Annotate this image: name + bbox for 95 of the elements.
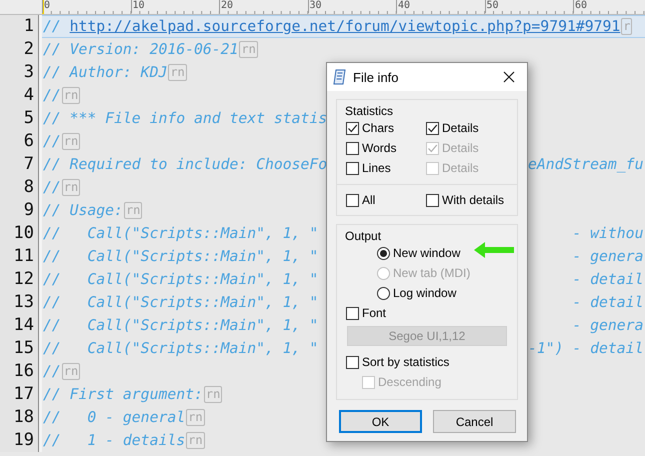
line-number: 3 (22, 61, 35, 84)
line-number: 11 (12, 245, 35, 268)
ruler-label: 30 (308, 0, 322, 13)
ruler-label: 60 (573, 0, 588, 13)
ruler-label: 50 (484, 0, 499, 13)
line-number: 12 (12, 268, 35, 291)
code-comment: - detail (571, 270, 644, 290)
code-comment: // 1 - details (43, 431, 186, 451)
ok-button[interactable]: OK (339, 410, 422, 433)
code-comment: - detail (571, 293, 644, 313)
line-end-marker: rn (62, 87, 80, 104)
ruler-label: 20 (219, 0, 234, 13)
ruler-label: 40 (396, 0, 410, 13)
checkbox-label: Details (442, 141, 479, 155)
checkbox[interactable] (426, 122, 439, 134)
checkbox-label: Chars (362, 121, 394, 135)
code-comment: - genera (571, 247, 644, 267)
pointer-arrow (473, 241, 515, 259)
code-comment: // Call("Scripts::Main", 1, " (43, 225, 318, 242)
checkbox[interactable] (426, 194, 439, 206)
line-end-marker: rn (62, 363, 80, 380)
line-end-marker: rn (239, 41, 258, 58)
checkbox-label: Font (362, 306, 386, 320)
line-number: 5 (22, 107, 35, 130)
ruler-label: 10 (130, 0, 145, 13)
radio-label: New window (393, 246, 460, 260)
line-number: 13 (12, 291, 35, 314)
code-comment: // *** File info and text statis (43, 109, 328, 129)
group-label: Output (344, 228, 382, 243)
checkbox[interactable] (346, 162, 359, 174)
code-comment: // (43, 17, 62, 37)
code-comment: - withou (571, 224, 644, 244)
code-comment: eAndStream_fu (528, 155, 644, 175)
line-number: 15 (12, 337, 35, 360)
line-number: 1 (22, 15, 35, 38)
code-comment: // Call("Scripts::Main", 1, " (43, 271, 318, 288)
checkbox-label: Descending (378, 375, 442, 389)
line-number: 4 (22, 84, 35, 107)
checkbox[interactable] (346, 194, 359, 206)
line-number: 18 (12, 406, 35, 429)
line-number: 9 (22, 199, 35, 222)
line-end-marker: rn (168, 64, 187, 81)
line-number: 16 (12, 360, 35, 383)
code-comment: // Call("Scripts::Main", 1, " (43, 294, 318, 311)
checkbox-label: All (362, 193, 376, 207)
line-end-marker: rn (186, 409, 205, 426)
radio-button[interactable] (377, 286, 390, 300)
code-comment: // (43, 362, 61, 382)
line-end-marker: rn (186, 432, 205, 449)
checkbox[interactable] (346, 306, 359, 320)
line-end-marker: rn (62, 133, 80, 150)
close-icon[interactable] (503, 71, 515, 83)
code-comment: // (43, 86, 61, 106)
line-number: 7 (22, 153, 35, 176)
radio-button[interactable] (377, 246, 390, 260)
checkbox[interactable] (346, 122, 359, 134)
code-comment: // Call("Scripts::Main", 1, " (43, 317, 318, 334)
code-comment: // Call("Scripts::Main", 1, " (43, 340, 318, 357)
code-comment: // Author: KDJ (43, 63, 168, 83)
cancel-button[interactable]: Cancel (433, 410, 516, 433)
line-end-marker: rn (62, 179, 80, 196)
line-number: 19 (12, 429, 35, 452)
checkbox-label: Details (442, 121, 479, 135)
line-end-marker: rn (124, 202, 142, 219)
code-comment: // Required to include: ChooseFo (43, 156, 328, 173)
line-number: 14 (12, 314, 35, 337)
line-number: 2 (22, 38, 35, 61)
checkbox[interactable] (346, 142, 359, 154)
checkbox[interactable] (346, 356, 359, 368)
line-number: 17 (12, 383, 35, 406)
checkbox-label: Words (362, 141, 396, 155)
code-comment: // (43, 132, 61, 152)
checkbox-label: Sort by statistics (362, 355, 450, 369)
line-number: 6 (22, 130, 35, 153)
code-comment: // 0 - general (43, 408, 186, 428)
radio-label: New tab (MDI) (393, 266, 470, 280)
line-end-marker: r (621, 18, 632, 35)
radio-label: Log window (393, 286, 456, 300)
url-link[interactable]: http://akelpad.sourceforge.net/forum/viewtopic.php?p=9791#9791 (70, 15, 620, 38)
line-number: 10 (12, 222, 35, 245)
code-comment: // First argument: (43, 385, 203, 405)
line-end-marker: rn (204, 386, 222, 403)
checkbox-label: Details (442, 161, 479, 175)
checkbox-label: With details (442, 193, 504, 207)
line-number: 8 (22, 176, 35, 199)
code-comment: // Version: 2016-06-21 (43, 40, 238, 60)
group-label: Statistics (344, 103, 394, 118)
code-comment: // Call("Scripts::Main", 1, " (43, 248, 318, 265)
dialog-title: File info (353, 70, 400, 84)
code-comment: -1") - detail (528, 339, 644, 359)
code-comment: // (43, 178, 61, 198)
checkbox-label: Lines (362, 161, 391, 175)
code-comment: - genera (571, 316, 644, 336)
code-comment: // Usage: (43, 201, 123, 221)
document-icon (333, 69, 347, 85)
